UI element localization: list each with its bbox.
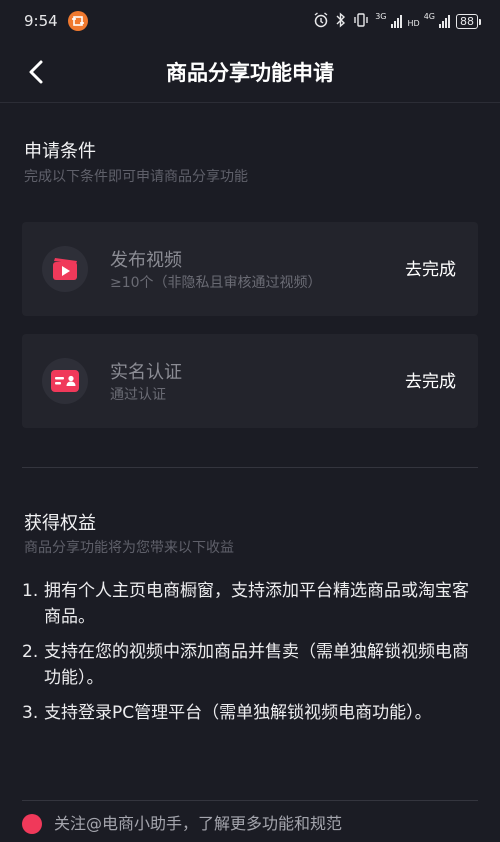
benefits-subtitle: 商品分享功能将为您带来以下收益 [24, 540, 234, 556]
complete-video-button[interactable]: 去完成 [405, 255, 456, 280]
vibrate-icon [353, 12, 369, 31]
benefits-list: 1. 拥有个人主页电商橱窗，支持添加平台精选商品或淘宝客商品。 2. 支持在您的… [22, 578, 482, 735]
condition-desc: 通过认证 [110, 387, 166, 403]
assistant-link[interactable]: 关注@电商小助手，了解更多功能和规范 [22, 812, 478, 842]
status-time: 9:54 [24, 12, 58, 30]
complete-verification-button[interactable]: 去完成 [405, 367, 456, 392]
benefit-text: 支持在您的视频中添加商品并售卖（需单独解锁视频电商功能）。 [44, 642, 469, 688]
battery-icon: 88 [456, 13, 481, 29]
benefit-number: 2. [22, 642, 39, 662]
page-title: 商品分享功能申请 [166, 61, 334, 85]
app-notification-icon [67, 11, 88, 31]
network-label-1: 3G [375, 11, 387, 21]
signal-icon [390, 14, 402, 28]
footer-divider [22, 800, 478, 801]
signal-icon-2 [439, 14, 450, 28]
condition-title: 发布视频 [110, 250, 182, 271]
nav-bar: 商品分享功能申请 [0, 42, 500, 103]
back-button[interactable] [18, 54, 54, 90]
condition-card-realname: 实名认证 通过认证 去完成 [22, 334, 478, 428]
assistant-avatar-icon [22, 814, 42, 834]
benefit-number: 1. [22, 581, 39, 601]
id-card-icon [42, 358, 88, 404]
condition-card-video: 发布视频 ≥10个（非隐私且审核通过视频） 去完成 [22, 222, 478, 316]
status-left: 9:54 [24, 11, 88, 31]
network-label-3: 4G [423, 11, 435, 21]
benefit-number: 3. [22, 703, 39, 723]
section-divider [22, 467, 478, 468]
network-label-2: HD [407, 18, 420, 28]
benefit-item: 2. 支持在您的视频中添加商品并售卖（需单独解锁视频电商功能）。 [22, 639, 482, 691]
status-right: 3G HD 4G 88 [313, 11, 481, 31]
benefit-item: 1. 拥有个人主页电商橱窗，支持添加平台精选商品或淘宝客商品。 [22, 578, 482, 630]
benefits-title: 获得权益 [24, 513, 96, 534]
bluetooth-icon [335, 11, 347, 31]
conditions-subtitle: 完成以下条件即可申请商品分享功能 [24, 169, 248, 185]
condition-desc: ≥10个（非隐私且审核通过视频） [110, 275, 322, 291]
benefit-text: 支持登录PC管理平台（需单独解锁视频电商功能）。 [44, 703, 432, 723]
benefit-item: 3. 支持登录PC管理平台（需单独解锁视频电商功能）。 [22, 700, 482, 726]
status-bar: 9:54 3G HD 4G 88 [0, 0, 500, 42]
conditions-title: 申请条件 [24, 141, 96, 162]
condition-title: 实名认证 [110, 362, 182, 383]
video-clapper-icon [42, 246, 88, 292]
chevron-left-icon [29, 60, 43, 84]
assistant-link-text: 关注@电商小助手，了解更多功能和规范 [54, 814, 343, 833]
benefit-text: 拥有个人主页电商橱窗，支持添加平台精选商品或淘宝客商品。 [44, 581, 469, 627]
alarm-icon [313, 11, 329, 31]
